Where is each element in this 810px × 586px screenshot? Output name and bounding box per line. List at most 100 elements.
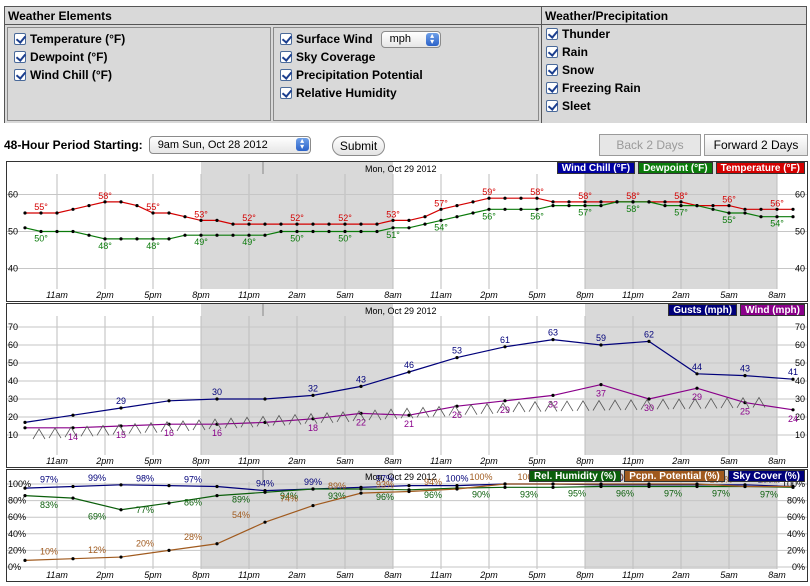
data-label: 50° bbox=[290, 234, 304, 244]
dewpoint-checkbox[interactable] bbox=[14, 51, 26, 63]
data-point bbox=[503, 399, 507, 403]
data-label: 86% bbox=[184, 498, 202, 508]
data-point bbox=[759, 207, 763, 211]
y-tick-label: 80% bbox=[8, 496, 26, 506]
sky-coverage-option[interactable]: Sky Coverage bbox=[280, 48, 538, 66]
x-tick-label: 11am bbox=[46, 290, 68, 300]
data-label: 95% bbox=[568, 488, 586, 498]
data-point bbox=[71, 557, 75, 561]
data-label: 58° bbox=[626, 204, 640, 214]
period-row: 48-Hour Period Starting: 9am Sun, Oct 28… bbox=[4, 134, 311, 156]
data-point bbox=[711, 204, 715, 208]
x-tick-label: 5pm bbox=[144, 456, 162, 466]
data-point bbox=[503, 196, 507, 200]
data-label: 43 bbox=[356, 374, 366, 384]
wind-chill-checkbox[interactable] bbox=[14, 69, 26, 81]
dewpoint-option[interactable]: Dewpoint (°F) bbox=[14, 48, 270, 66]
x-tick-label: 2pm bbox=[95, 290, 114, 300]
data-point bbox=[663, 204, 667, 208]
forward-2-days-button[interactable]: Forward 2 Days bbox=[704, 134, 808, 156]
data-label: 93% bbox=[376, 479, 394, 489]
data-point bbox=[423, 215, 427, 219]
data-point bbox=[599, 383, 603, 387]
x-tick-label: 11pm bbox=[622, 456, 644, 466]
data-point bbox=[119, 237, 123, 241]
data-label: 18 bbox=[308, 423, 318, 433]
sleet-option[interactable]: Sleet bbox=[546, 97, 806, 115]
precip-potential-checkbox[interactable] bbox=[280, 69, 292, 81]
snow-checkbox[interactable] bbox=[546, 64, 558, 76]
data-label: 94% bbox=[256, 479, 274, 489]
sleet-checkbox[interactable] bbox=[546, 100, 558, 112]
y-tick-label-right: 40 bbox=[795, 376, 805, 386]
thunder-option[interactable]: Thunder bbox=[546, 25, 806, 43]
temperature-option[interactable]: Temperature (°F) bbox=[14, 30, 270, 48]
data-point bbox=[551, 393, 555, 397]
data-point bbox=[263, 520, 267, 524]
sky-coverage-checkbox[interactable] bbox=[280, 51, 292, 63]
x-tick-label: 8am bbox=[384, 570, 402, 580]
data-point bbox=[23, 420, 27, 424]
sky-coverage-label: Sky Coverage bbox=[296, 50, 376, 64]
wind-chart-svg: Mon, Oct 29 201270 7060 6050 5040 4030 3020 20… bbox=[7, 304, 807, 466]
legend-wind-chill: Wind Chill (°F) bbox=[556, 162, 636, 174]
relative-humidity-checkbox[interactable] bbox=[280, 87, 292, 99]
data-label: 41 bbox=[788, 367, 798, 377]
data-point bbox=[743, 374, 747, 378]
back-2-days-button[interactable]: Back 2 Days bbox=[599, 134, 701, 156]
x-tick-label: 11am bbox=[430, 570, 452, 580]
period-select[interactable]: 9am Sun, Oct 28 2012 ▴ ▾ bbox=[148, 136, 311, 154]
y-tick-label: 50 bbox=[8, 358, 18, 368]
data-point bbox=[71, 229, 75, 234]
temperature-checkbox[interactable] bbox=[14, 33, 26, 45]
x-tick-label: 2am bbox=[671, 570, 690, 580]
data-point bbox=[455, 356, 459, 360]
data-label: 62 bbox=[644, 329, 654, 339]
wind-chart: Mon, Oct 29 2012 70 70 60 60 50 50 40 40 30 30 20 20… bbox=[6, 303, 808, 468]
data-point bbox=[55, 229, 59, 234]
data-label: 12% bbox=[88, 545, 106, 555]
rain-option[interactable]: Rain bbox=[546, 43, 806, 61]
snow-label: Snow bbox=[562, 63, 594, 77]
x-tick-label: 2pm bbox=[479, 570, 498, 580]
data-point bbox=[791, 215, 795, 219]
sky-chart: Mon, Oct 29 2012 100% 100% 80% 80% 60% 60% 40% 4… bbox=[6, 469, 808, 582]
x-tick-label: 8am bbox=[768, 570, 786, 580]
data-point bbox=[743, 207, 747, 211]
wind-legend: Gusts (mph) Wind (mph) bbox=[665, 304, 805, 316]
data-label: 58° bbox=[674, 191, 688, 201]
freezing-rain-checkbox[interactable] bbox=[546, 82, 558, 94]
y-tick-label-right: 40 bbox=[795, 264, 805, 274]
data-label: 99% bbox=[304, 477, 322, 487]
y-tick-label-right: 60 bbox=[795, 340, 805, 350]
data-point bbox=[167, 211, 171, 215]
thunder-checkbox[interactable] bbox=[546, 28, 558, 40]
x-tick-label: 8am bbox=[768, 456, 786, 466]
wind-chill-option[interactable]: Wind Chill (°F) bbox=[14, 66, 270, 84]
surface-wind-option[interactable]: Surface Wind mph ▴ ▾ bbox=[280, 30, 538, 48]
x-tick-label: 2am bbox=[287, 456, 306, 466]
x-tick-label: 5pm bbox=[144, 290, 162, 300]
data-label: 32 bbox=[308, 383, 318, 393]
snow-option[interactable]: Snow bbox=[546, 61, 806, 79]
x-tick-label: 2am bbox=[671, 290, 690, 300]
weather-precip-panel: Weather/Precipitation Thunder Rain Snow … bbox=[541, 6, 807, 123]
wind-unit-select[interactable]: mph ▴ ▾ bbox=[380, 30, 441, 48]
data-label: 58° bbox=[578, 191, 592, 201]
submit-button[interactable]: Submit bbox=[332, 136, 385, 156]
data-label: 97% bbox=[760, 489, 778, 499]
rain-checkbox[interactable] bbox=[546, 46, 558, 58]
data-point bbox=[263, 222, 267, 226]
freezing-rain-option[interactable]: Freezing Rain bbox=[546, 79, 806, 97]
temperature-chart-svg: Mon, Oct 29 2012 60 60 50 50 40 40 11am 2pm 5pm 8p… bbox=[7, 162, 807, 300]
y-tick-label-right: 60 bbox=[795, 190, 805, 200]
data-label: 54% bbox=[232, 510, 250, 520]
date-label: Mon, Oct 29 2012 bbox=[365, 306, 437, 316]
relative-humidity-option[interactable]: Relative Humidity bbox=[280, 84, 538, 102]
x-tick-label: 5am bbox=[336, 456, 354, 466]
wind-barb-icon bbox=[512, 401, 526, 413]
data-point bbox=[311, 222, 315, 226]
data-label: 50° bbox=[34, 234, 48, 244]
precip-potential-option[interactable]: Precipitation Potential bbox=[280, 66, 538, 84]
surface-wind-checkbox[interactable] bbox=[280, 33, 292, 45]
